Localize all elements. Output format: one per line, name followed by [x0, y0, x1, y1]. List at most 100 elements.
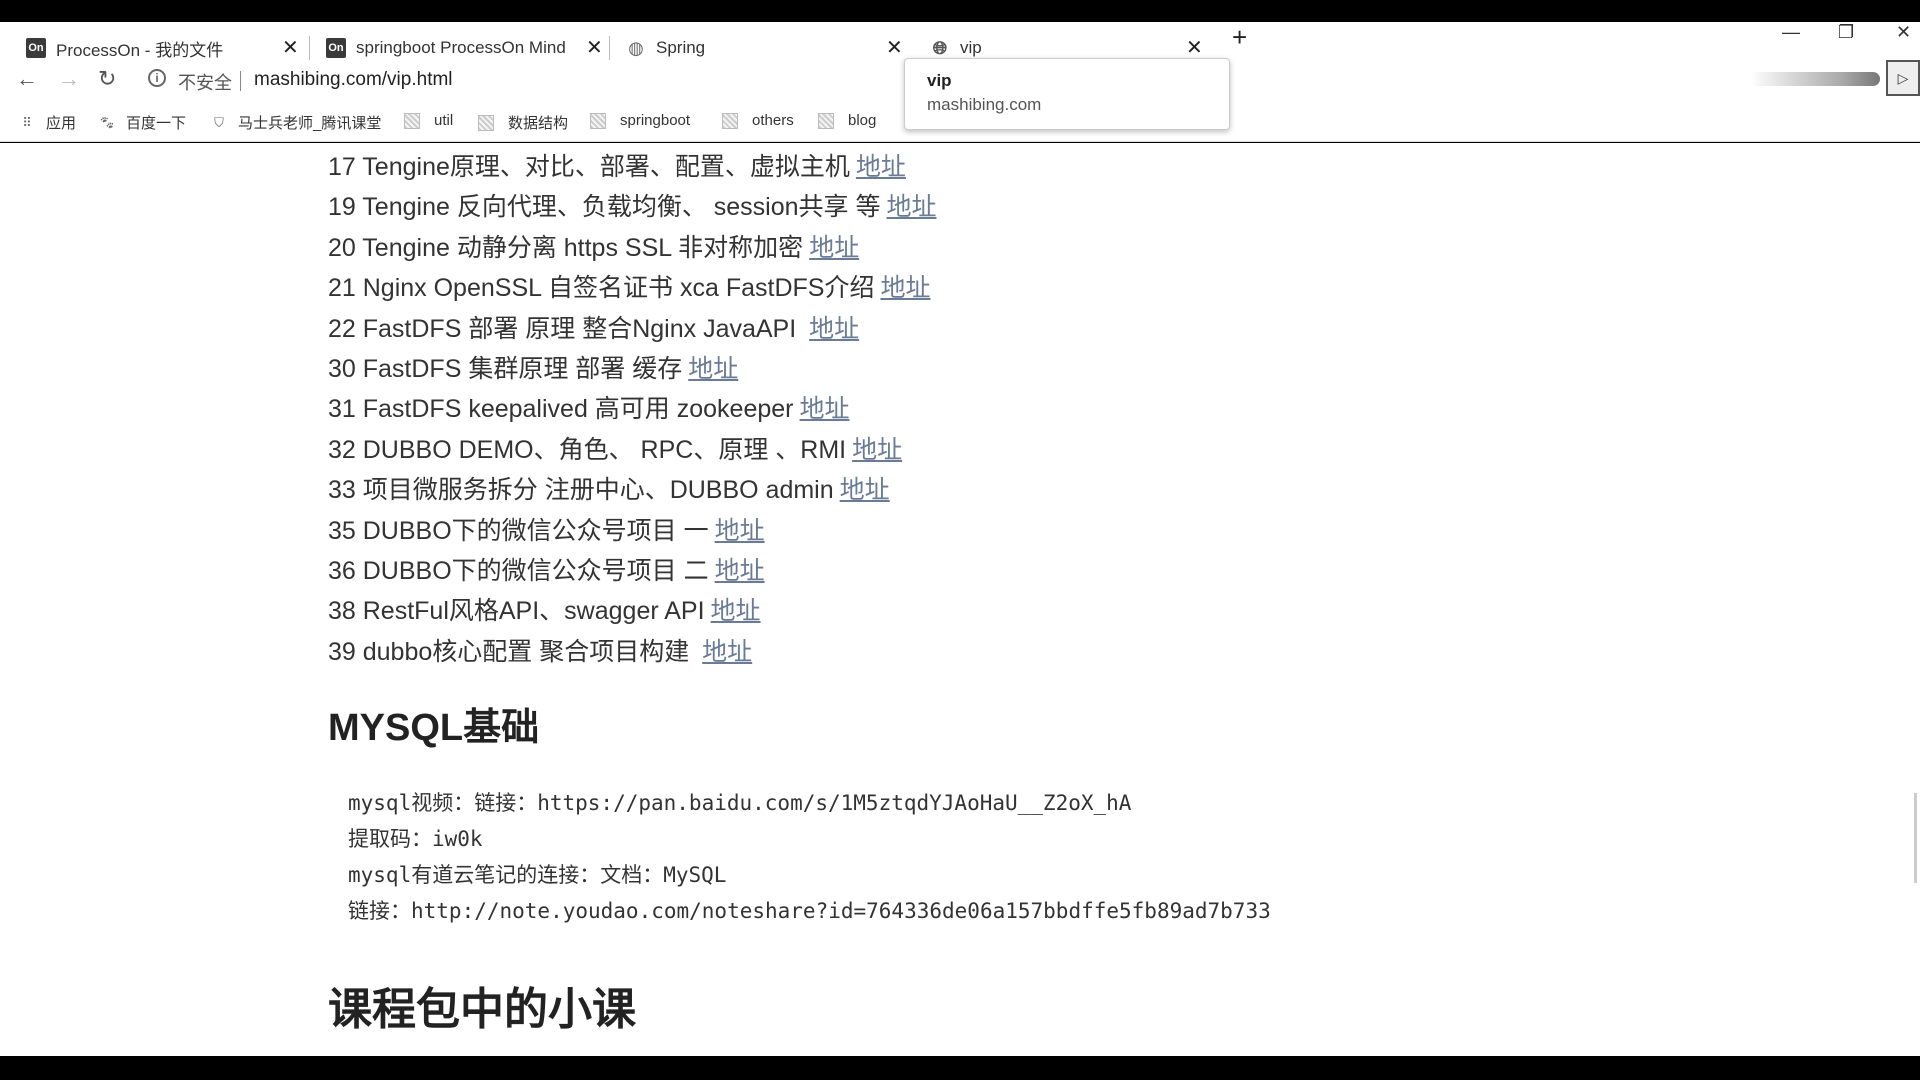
- tab-title: springboot ProcessOn Mind: [356, 38, 566, 57]
- shield-icon: ⛉: [214, 114, 224, 130]
- minimize-icon[interactable]: —: [1782, 22, 1800, 43]
- extension-area: [1750, 72, 1880, 86]
- folder-icon: [590, 112, 606, 129]
- mysql-info-block: mysql视频：链接：https://pan.baidu.com/s/1M5zt…: [348, 785, 1271, 929]
- tooltip-url: mashibing.com: [927, 95, 1042, 114]
- bottom-black-bar: [0, 1056, 1920, 1080]
- course-list: 17 Tengine原理、对比、部署、配置、虚拟主机 地址 19 Tengine 反…: [328, 147, 937, 672]
- bookmark-util[interactable]: util: [404, 112, 453, 129]
- bookmark-others[interactable]: others: [722, 112, 794, 129]
- course-title: 35 DUBBO下的微信公众号项目 一: [328, 516, 709, 545]
- mysql-video-link: mysql视频：链接：https://pan.baidu.com/s/1M5zt…: [348, 791, 1132, 815]
- course-item: 33 项目微服务拆分 注册中心、DUBBO admin 地址: [328, 470, 937, 510]
- course-address-link[interactable]: 地址: [688, 355, 738, 383]
- course-address-link[interactable]: 地址: [715, 517, 765, 545]
- course-address-link[interactable]: 地址: [711, 597, 761, 625]
- course-address-link[interactable]: 地址: [809, 234, 859, 262]
- bookmark-label: 马士兵老师_腾讯课堂: [238, 115, 382, 132]
- course-title: 30 FastDFS 集群原理 部署 缓存: [328, 354, 683, 383]
- extension-icon[interactable]: ▷: [1886, 60, 1920, 96]
- apps-grid-icon: ⠿: [22, 114, 32, 130]
- course-item: 19 Tengine 反向代理、负载均衡、 session共享 等地址: [328, 187, 937, 227]
- back-arrow-icon[interactable]: ←: [16, 66, 38, 92]
- page-content: 17 Tengine原理、对比、部署、配置、虚拟主机 地址 19 Tengine 反…: [0, 143, 1920, 1056]
- mysql-heading: MYSQL基础: [328, 707, 540, 749]
- course-address-link[interactable]: 地址: [840, 476, 890, 504]
- tab-title: ProcessOn - 我的文件: [56, 40, 224, 60]
- close-icon[interactable]: ✕: [282, 35, 299, 60]
- new-tab-icon[interactable]: +: [1232, 22, 1247, 53]
- mysql-note-link: 链接：http://note.youdao.com/noteshare?id=7…: [348, 899, 1271, 923]
- course-title: 20 Tengine 动静分离 https SSL 非对称加密: [328, 233, 804, 262]
- folder-icon: [818, 112, 834, 129]
- restore-icon[interactable]: ❐: [1838, 22, 1854, 43]
- bookmark-blog[interactable]: blog: [818, 112, 876, 129]
- course-title: 22 FastDFS 部署 原理 整合Nginx JavaAPI: [328, 314, 804, 343]
- course-item: 22 FastDFS 部署 原理 整合Nginx JavaAPI 地址: [328, 309, 937, 349]
- course-title: 36 DUBBO下的微信公众号项目 二: [328, 556, 709, 585]
- course-item: 35 DUBBO下的微信公众号项目 一地址: [328, 511, 937, 551]
- bookmark-label: 应用: [46, 115, 77, 132]
- tab-title: vip: [960, 38, 982, 57]
- course-title: 17 Tengine原理、对比、部署、配置、虚拟主机: [328, 153, 850, 181]
- security-label[interactable]: 不安全: [178, 69, 232, 95]
- course-item: 30 FastDFS 集群原理 部署 缓存 地址: [328, 349, 937, 389]
- course-title: 39 dubbo核心配置 聚合项目构建: [328, 637, 697, 666]
- small-courses-heading: 课程包中的小课: [328, 985, 636, 1034]
- window-close-icon[interactable]: ✕: [1896, 22, 1911, 43]
- folder-icon: [404, 112, 420, 129]
- bookmark-label: others: [752, 112, 794, 129]
- info-icon[interactable]: i: [148, 69, 166, 87]
- url-input[interactable]: mashibing.com/vip.html: [254, 69, 453, 91]
- reload-icon[interactable]: ↻: [98, 66, 116, 92]
- spring-icon: ◍: [628, 37, 644, 58]
- course-address-link[interactable]: 地址: [886, 193, 936, 221]
- course-item: 36 DUBBO下的微信公众号项目 二地址: [328, 551, 937, 591]
- mysql-note-doc: mysql有道云笔记的连接：文档：MySQL: [348, 863, 727, 887]
- bookmark-apps[interactable]: ⠿ 应用: [18, 112, 76, 133]
- processon-favicon-icon: On: [26, 38, 46, 58]
- bookmark-springboot[interactable]: springboot: [590, 112, 690, 129]
- processon-favicon-icon: On: [326, 38, 346, 58]
- course-item: 32 DUBBO DEMO、角色、 RPC、原理 、RMI 地址: [328, 430, 937, 470]
- bookmark-label: springboot: [620, 112, 691, 129]
- close-icon[interactable]: ✕: [1186, 35, 1203, 60]
- top-black-bar: [0, 0, 1920, 22]
- folder-icon: [722, 112, 738, 129]
- url-divider: [240, 71, 241, 91]
- course-item: 20 Tengine 动静分离 https SSL 非对称加密 地址: [328, 228, 937, 268]
- course-title: 19 Tengine 反向代理、负载均衡、 session共享 等: [328, 193, 881, 222]
- course-item: 38 RestFul风格API、swagger API 地址: [328, 591, 937, 631]
- bookmark-baidu[interactable]: 🐾︎ 百度一下: [98, 112, 186, 133]
- bookmark-label: 数据结构: [508, 115, 569, 132]
- course-item: 31 FastDFS keepalived 高可用 zookeeper 地址: [328, 389, 937, 429]
- mysql-extract-code: 提取码：iw0k: [348, 827, 483, 851]
- course-address-link[interactable]: 地址: [809, 315, 859, 343]
- bookmark-label: blog: [848, 112, 877, 129]
- folder-icon: [478, 114, 494, 131]
- tab-hover-tooltip: vip mashibing.com: [904, 58, 1230, 130]
- course-address-link[interactable]: 地址: [856, 153, 906, 181]
- course-item: 21 Nginx OpenSSL 自签名证书 xca FastDFS介绍 地址: [328, 268, 937, 308]
- course-address-link[interactable]: 地址: [880, 274, 930, 302]
- course-address-link[interactable]: 地址: [852, 436, 902, 464]
- bookmark-data-structures[interactable]: 数据结构: [478, 112, 568, 133]
- course-title: 38 RestFul风格API、swagger API: [328, 597, 705, 626]
- course-item: 39 dubbo核心配置 聚合项目构建 地址: [328, 632, 937, 672]
- tooltip-title: vip: [927, 71, 952, 90]
- course-item: 17 Tengine原理、对比、部署、配置、虚拟主机 地址: [328, 147, 937, 187]
- paw-icon: 🐾︎: [98, 114, 116, 130]
- bookmark-mashibing-tencent[interactable]: ⛉ 马士兵老师_腾讯课堂: [210, 112, 381, 133]
- course-address-link[interactable]: 地址: [702, 638, 752, 666]
- course-title: 33 项目微服务拆分 注册中心、DUBBO admin: [328, 476, 834, 505]
- course-title: 31 FastDFS keepalived 高可用 zookeeper: [328, 395, 794, 424]
- scrollbar[interactable]: [1914, 793, 1917, 883]
- course-address-link[interactable]: 地址: [715, 557, 765, 585]
- close-icon[interactable]: ✕: [886, 35, 903, 60]
- globe-icon: 🌐︎: [932, 37, 948, 58]
- bookmark-label: util: [434, 112, 454, 129]
- forward-arrow-icon[interactable]: →: [58, 66, 80, 92]
- course-title: 32 DUBBO DEMO、角色、 RPC、原理 、RMI: [328, 435, 847, 464]
- course-address-link[interactable]: 地址: [800, 395, 850, 423]
- bookmark-label: 百度一下: [126, 115, 187, 132]
